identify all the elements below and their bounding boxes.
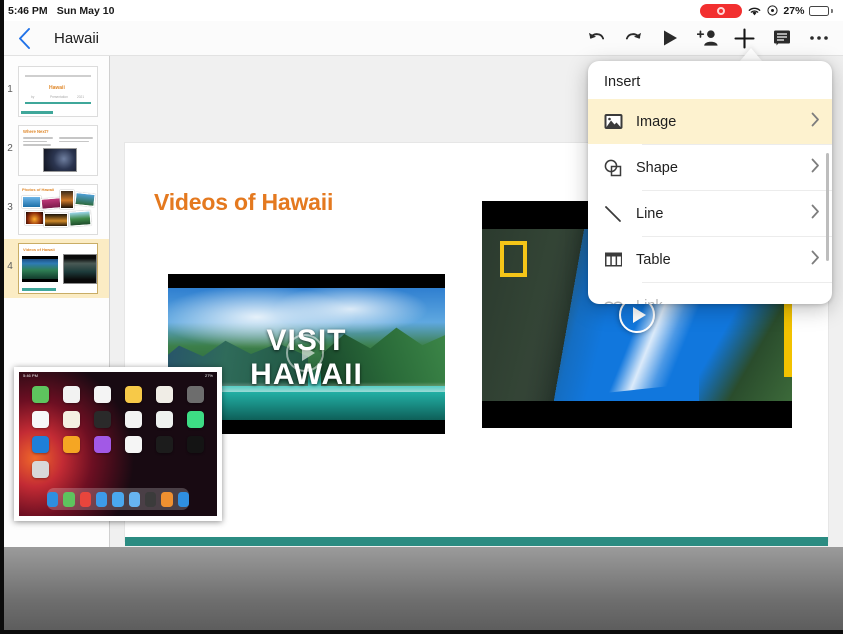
pip-app-icon (156, 386, 174, 403)
play-icon[interactable] (652, 21, 689, 56)
rotation-lock-icon (767, 5, 778, 16)
ipad-home-screen-video[interactable]: 5:46 PM 27% (14, 367, 222, 521)
pip-status-bar: 5:46 PM 27% (23, 373, 213, 378)
pip-app-grid (29, 386, 207, 478)
pip-app-icon (156, 436, 174, 453)
screen-bezel-left (0, 0, 4, 634)
pip-app-icon (62, 436, 80, 453)
pip-app-icon (31, 461, 49, 478)
pip-dock-icon (96, 491, 108, 507)
slide-thumbnail-2[interactable]: 2 Where Next? (0, 121, 109, 180)
insert-menu-item-shape[interactable]: Shape (588, 145, 832, 190)
screen-root: 5:46 PM Sun May 10 27% Hawaii 1 Hawaii b… (0, 0, 843, 634)
document-title[interactable]: Hawaii (54, 30, 99, 47)
chevron-right-icon (811, 158, 820, 178)
pip-app-icon (125, 411, 143, 428)
popover-scrollbar[interactable] (826, 153, 829, 261)
ellipsis-icon[interactable] (800, 21, 837, 56)
battery-percent-label: 27% (783, 4, 805, 17)
pip-dock-icon (47, 491, 59, 507)
slide-accent-bar (125, 537, 828, 546)
pip-dock-icon (177, 491, 189, 507)
insert-menu-item-image[interactable]: Image (588, 99, 832, 144)
pip-dock-icon (112, 491, 124, 507)
play-circle-icon[interactable] (286, 334, 324, 372)
insert-menu-item-table[interactable]: Table (588, 237, 832, 282)
pip-app-icon (31, 411, 49, 428)
wifi-icon (749, 7, 761, 15)
insert-menu-label: Image (636, 113, 677, 130)
insert-menu-label: Link (636, 298, 663, 305)
pip-app-icon (93, 411, 111, 428)
slide-preview-title: Where Next? (23, 129, 49, 134)
pip-app-icon (93, 436, 111, 453)
pip-app-icon (187, 436, 205, 453)
undo-icon[interactable] (578, 21, 615, 56)
status-time: 5:46 PM (8, 4, 48, 17)
popover-title: Insert (604, 74, 641, 90)
pip-app-icon (187, 386, 205, 403)
back-chevron-icon[interactable] (12, 26, 36, 50)
popover-arrow (740, 48, 762, 61)
toolbar-icon-group (578, 21, 843, 56)
pip-app-icon (31, 386, 49, 403)
chevron-right-icon (811, 112, 820, 132)
comment-icon[interactable] (763, 21, 800, 56)
insert-popover[interactable]: Insert Image Shape Line Table (588, 61, 832, 304)
slide-thumbnail-4[interactable]: 4 Videos of Hawaii (0, 239, 109, 298)
image-icon (604, 113, 636, 130)
insert-menu-label: Line (636, 205, 664, 222)
slide-number: 3 (7, 202, 13, 213)
slide-title[interactable]: Videos of Hawaii (154, 189, 333, 216)
slide-thumbnail-1[interactable]: 1 Hawaii by Presentation 2021 (0, 62, 109, 121)
pip-app-icon (156, 411, 174, 428)
natgeo-rectangle-logo (500, 241, 527, 277)
insert-menu-label: Table (636, 251, 671, 268)
chevron-right-icon (811, 204, 820, 224)
status-bar-right: 27% (700, 3, 833, 18)
slide-preview-title: Videos of Hawaii (23, 247, 55, 252)
pip-app-icon (31, 436, 49, 453)
pip-dock-icon (63, 491, 75, 507)
pip-dock (47, 488, 189, 510)
insert-menu-label: Shape (636, 159, 678, 176)
add-person-icon[interactable] (689, 21, 726, 56)
pip-app-icon (187, 411, 205, 428)
record-dot-icon (717, 6, 726, 15)
slide-preview: Where Next? (18, 125, 98, 176)
battery-icon (809, 5, 833, 16)
link-icon (604, 300, 636, 304)
video-player-controls: 0:09 (0, 547, 843, 634)
app-toolbar: Hawaii (0, 21, 843, 56)
status-bar-left: 5:46 PM Sun May 10 (8, 5, 114, 17)
pip-app-icon (62, 411, 80, 428)
pip-dock-icon (128, 491, 140, 507)
insert-menu-item-line[interactable]: Line (588, 191, 832, 236)
shape-icon (604, 159, 636, 177)
pip-dock-icon (144, 491, 157, 507)
slide-number: 2 (7, 143, 13, 154)
pip-app-icon (93, 386, 111, 403)
pip-dock-icon (161, 491, 173, 507)
line-icon (604, 205, 636, 223)
table-icon (604, 251, 636, 268)
slide-number: 1 (7, 84, 13, 95)
slide-preview-title: Photos of Hawaii (22, 187, 55, 192)
screen-record-indicator (700, 3, 743, 18)
screen-bezel-bottom (0, 630, 843, 634)
slide-number: 4 (7, 261, 13, 272)
slide-preview: Hawaii by Presentation 2021 (18, 66, 98, 117)
insert-menu-item-link[interactable]: Link (588, 283, 832, 304)
pip-dock-icon (79, 491, 91, 507)
ios-status-bar: 5:46 PM Sun May 10 27% (0, 0, 843, 21)
pip-app-icon (125, 436, 143, 453)
status-date: Sun May 10 (56, 4, 115, 17)
slide-thumbnail-3[interactable]: 3 Photos of Hawaii (0, 180, 109, 239)
redo-icon[interactable] (615, 21, 652, 56)
slide-preview: Videos of Hawaii (18, 243, 98, 294)
chevron-right-icon (811, 250, 820, 270)
pip-app-icon (125, 386, 143, 403)
pip-app-icon (62, 386, 80, 403)
slide-preview: Photos of Hawaii (18, 184, 98, 235)
